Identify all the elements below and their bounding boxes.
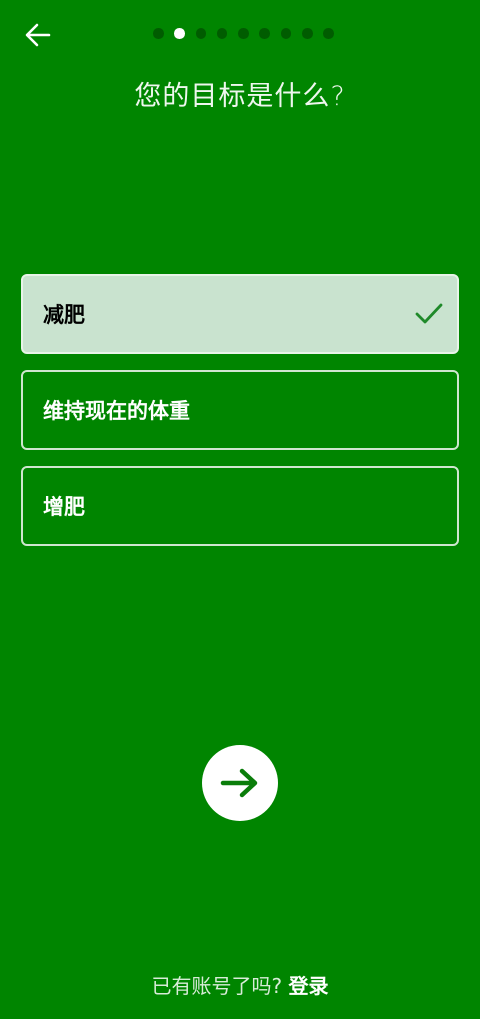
goal-option-lose-weight[interactable]: 减肥 <box>21 274 459 354</box>
progress-dot <box>280 28 292 39</box>
page-title: 您的目标是什么? <box>134 81 346 112</box>
progress-dot <box>153 28 164 39</box>
goal-option-label: 维持现在的体重 <box>43 399 190 423</box>
login-link[interactable]: 登录 <box>288 974 328 998</box>
goal-option-maintain-weight[interactable]: 维持现在的体重 <box>21 370 459 450</box>
arrow-left-icon <box>25 23 51 47</box>
login-prompt: 已有账号了吗? <box>151 974 289 998</box>
progress-dots <box>153 28 334 39</box>
goal-option-label: 减肥 <box>43 303 85 327</box>
back-button[interactable] <box>22 20 54 50</box>
progress-dot <box>323 28 334 39</box>
goal-option-label: 增肥 <box>43 495 85 519</box>
progress-dot <box>259 28 270 39</box>
next-button[interactable] <box>202 745 278 821</box>
progress-dot <box>302 28 313 39</box>
checkmark-icon <box>415 303 443 324</box>
progress-dot-active <box>174 28 185 39</box>
progress-dot <box>195 28 207 39</box>
progress-dot <box>238 28 249 39</box>
login-footer: 已有账号了吗? 登录 <box>0 970 480 999</box>
arrow-right-icon <box>220 768 258 798</box>
progress-dot <box>216 28 228 39</box>
goal-option-gain-weight[interactable]: 增肥 <box>21 466 459 546</box>
goal-options: 减肥 维持现在的体重 增肥 <box>21 274 459 562</box>
